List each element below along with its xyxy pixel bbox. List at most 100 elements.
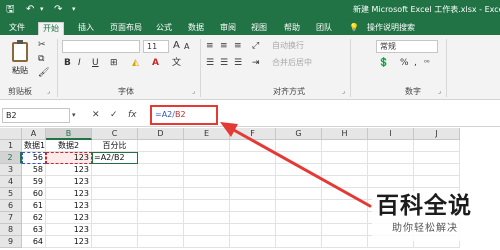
cancel-icon[interactable]: ✕ [92,109,100,121]
paste-button[interactable]: 粘贴 [7,38,33,86]
cell-E2[interactable] [184,152,230,164]
cell-A4[interactable]: 59 [22,176,46,188]
tab-view[interactable]: 视图 [247,22,271,35]
cell-B6[interactable]: 123 [46,200,92,212]
cell-B3[interactable]: 123 [46,164,92,176]
cell-C4[interactable] [92,176,138,188]
name-box-dropdown-icon[interactable]: ▾ [72,109,76,121]
bold-button[interactable]: B [64,57,71,69]
tell-me-search[interactable]: 操作说明搜索 [362,22,420,35]
cell-E9[interactable] [184,236,230,248]
cell-D4[interactable] [138,176,184,188]
font-launcher-icon[interactable]: ⌟ [192,87,195,97]
cell-H2[interactable] [322,152,368,164]
font-name-select[interactable] [62,40,140,53]
cell-A3[interactable]: 58 [22,164,46,176]
row-header[interactable]: 4 [0,176,22,188]
cell-A6[interactable]: 61 [22,200,46,212]
tab-team[interactable]: 团队 [312,22,336,35]
column-header[interactable]: H [322,128,368,140]
row-header[interactable]: 2 [0,152,22,164]
cell-E8[interactable] [184,224,230,236]
copy-icon[interactable]: ⧉ [38,53,44,65]
cell-J1[interactable] [414,140,460,152]
column-header[interactable]: G [276,128,322,140]
column-header[interactable]: I [368,128,414,140]
cell-B8[interactable]: 123 [46,224,92,236]
cell-B9[interactable]: 123 [46,236,92,248]
merge-center-button[interactable]: 合并后居中 [272,57,312,69]
cell-A8[interactable]: 63 [22,224,46,236]
tab-review[interactable]: 审阅 [216,22,240,35]
cell-D8[interactable] [138,224,184,236]
cell-G1[interactable] [276,140,322,152]
cell-D7[interactable] [138,212,184,224]
font-color-icon[interactable]: A [152,57,159,69]
underline-button[interactable]: U [92,57,99,69]
undo-icon[interactable]: ↶ [26,3,34,16]
cell-C1[interactable]: 百分比 [92,140,138,152]
cell-G4[interactable] [276,176,322,188]
cell-A1[interactable]: 数据1 [22,140,46,152]
cell-H5[interactable] [322,188,368,200]
cell-D5[interactable] [138,188,184,200]
align-right-icon[interactable]: ☰ [234,57,242,69]
cell-F1[interactable] [230,140,276,152]
cell-H3[interactable] [322,164,368,176]
cell-I2[interactable] [368,152,414,164]
tab-insert[interactable]: 插入 [74,22,98,35]
cell-C7[interactable] [92,212,138,224]
cell-E6[interactable] [184,200,230,212]
percent-style-icon[interactable]: % [400,57,409,69]
cell-D3[interactable] [138,164,184,176]
number-launcher-icon[interactable]: ⌟ [438,87,441,97]
tab-formulas[interactable]: 公式 [152,22,176,35]
format-painter-icon[interactable]: 🖌 [38,67,49,79]
cell-I1[interactable] [368,140,414,152]
cell-B7[interactable]: 123 [46,212,92,224]
cell-H4[interactable] [322,176,368,188]
tab-data[interactable]: 数据 [184,22,208,35]
row-header[interactable]: 6 [0,200,22,212]
cell-G5[interactable] [276,188,322,200]
cell-A7[interactable]: 62 [22,212,46,224]
cell-H8[interactable] [322,224,368,236]
column-header[interactable]: D [138,128,184,140]
cell-I3[interactable] [368,164,414,176]
cell-H1[interactable] [322,140,368,152]
cell-E7[interactable] [184,212,230,224]
cell-F7[interactable] [230,212,276,224]
italic-button[interactable]: I [78,57,81,69]
cell-B4[interactable]: 123 [46,176,92,188]
phonetic-button[interactable]: 文 [172,57,181,69]
cell-F8[interactable] [230,224,276,236]
cell-A9[interactable]: 64 [22,236,46,248]
alignment-launcher-icon[interactable]: ⌟ [342,87,345,97]
indent-icon[interactable]: ⇥ [252,57,260,69]
top-align-icon[interactable]: ≡ [206,40,214,52]
column-header[interactable]: F [230,128,276,140]
bottom-align-icon[interactable]: ≡ [234,40,242,52]
column-header[interactable]: J [414,128,460,140]
cell-D6[interactable] [138,200,184,212]
cell-E5[interactable] [184,188,230,200]
cell-J3[interactable] [414,164,460,176]
cell-D1[interactable] [138,140,184,152]
insert-function-icon[interactable]: fx [128,109,137,121]
font-size-select[interactable]: 11 [143,40,169,53]
cell-C3[interactable] [92,164,138,176]
cut-icon[interactable]: ✂ [38,39,46,51]
formula-input[interactable]: =A2/B2 [150,105,218,125]
tab-file[interactable]: 文件 [6,22,28,35]
cell-E4[interactable] [184,176,230,188]
tab-help[interactable]: 帮助 [280,22,304,35]
comma-style-icon[interactable]: , [414,57,417,69]
cell-B2[interactable]: 123 [46,152,92,164]
cell-I4[interactable] [368,176,414,188]
cell-D2[interactable] [138,152,184,164]
redo-icon[interactable]: ↷ [54,3,62,16]
decimal-adjust-icon[interactable]: ⁰⁰ [424,57,430,69]
enter-icon[interactable]: ✓ [110,109,118,121]
orientation-icon[interactable]: ⤢ [252,40,259,52]
column-header[interactable]: C [92,128,138,140]
